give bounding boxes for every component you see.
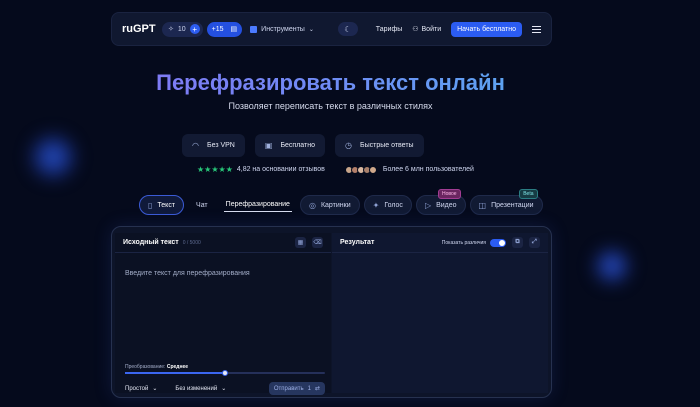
decor-glow-left bbox=[28, 132, 78, 182]
changes-dropdown[interactable]: Без изменений ⌄ bbox=[175, 385, 227, 393]
pricing-label: Тарифы bbox=[375, 25, 403, 33]
tab-chat[interactable]: Чат bbox=[188, 195, 216, 215]
result-title: Результат bbox=[340, 239, 375, 246]
send-button[interactable]: Отправить 1 ⇄ bbox=[268, 382, 325, 395]
plus-icon[interactable]: + bbox=[189, 24, 200, 34]
sparkle-icon: ✧ bbox=[168, 26, 174, 33]
feature-no-vpn: ◠ Без VPN bbox=[182, 134, 245, 157]
result-header: Результат Показать различия ⧉ ⤢ bbox=[332, 233, 548, 253]
tab-label: Перефразирование bbox=[225, 201, 290, 208]
features-row: ◠ Без VPN ▣ Бесплатно ◷ Быстрые ответы bbox=[182, 134, 424, 157]
chevron-down-icon: ⌄ bbox=[152, 386, 158, 392]
pricing-link[interactable]: Тарифы bbox=[376, 26, 402, 33]
decor-glow-right bbox=[592, 246, 632, 286]
send-count: 1 bbox=[307, 385, 311, 392]
char-counter: 0 / 5000 bbox=[182, 239, 201, 246]
image-icon: ◎ bbox=[308, 200, 316, 210]
user-icon: ⚇ bbox=[412, 26, 419, 33]
credits-count: 10 bbox=[177, 25, 186, 33]
rating-text: 4,82 на основании отзывов bbox=[236, 166, 325, 173]
rating-row: ★★★★★ 4,82 на основании отзывов Более 6 … bbox=[197, 165, 474, 174]
show-diff-toggle[interactable] bbox=[490, 238, 506, 247]
feature-fast: ◷ Быстрые ответы bbox=[335, 134, 424, 157]
credits-pill[interactable]: ✧ 10 + bbox=[162, 21, 203, 37]
slider-handle[interactable] bbox=[222, 370, 228, 376]
tab-text[interactable]: ▯ Текст bbox=[139, 195, 185, 215]
tab-presentations[interactable]: ◫ Презентации Beta bbox=[469, 189, 543, 215]
logo[interactable]: ruGPT bbox=[122, 23, 162, 35]
paste-icon[interactable]: ▦ bbox=[295, 237, 306, 248]
mode-tabs: ▯ Текст Чат Перефразирование ◎ Картинки … bbox=[139, 189, 543, 218]
tab-voice[interactable]: ✦ Голос bbox=[363, 195, 412, 215]
feature-label: Без VPN bbox=[206, 142, 235, 149]
style-value: Простой bbox=[125, 385, 149, 392]
chevron-down-icon: ⌄ bbox=[221, 386, 227, 392]
bonus-count: +15 bbox=[211, 25, 224, 33]
beta-badge: Beta bbox=[519, 189, 538, 199]
tab-images[interactable]: ◎ Картинки bbox=[299, 195, 360, 215]
paraphrase-level-slider[interactable] bbox=[125, 370, 325, 376]
users-text: Более 6 млн пользователей bbox=[382, 166, 474, 173]
user-avatars bbox=[344, 165, 377, 174]
source-text-input[interactable]: Введите текст для перефразирования bbox=[125, 270, 250, 277]
slider-fill bbox=[125, 372, 225, 374]
gift-icon: ▤ bbox=[230, 26, 238, 33]
send-icon: ⇄ bbox=[314, 386, 320, 392]
document-icon: ▯ bbox=[148, 200, 153, 210]
page-title: Перефразировать текст онлайн bbox=[0, 70, 661, 96]
rating-stars-icon: ★★★★★ bbox=[197, 165, 233, 174]
feature-free: ▣ Бесплатно bbox=[254, 134, 326, 157]
show-diff-control: Показать различия bbox=[441, 238, 506, 247]
tab-label: Текст bbox=[157, 201, 176, 209]
timer-icon: ◷ bbox=[345, 141, 352, 150]
voice-icon: ✦ bbox=[372, 200, 380, 210]
menu-icon[interactable] bbox=[532, 25, 541, 33]
login-link[interactable]: ⚇ Войти bbox=[412, 25, 442, 34]
trash-icon[interactable]: ⌫ bbox=[312, 237, 323, 248]
result-pane: Результат Показать различия ⧉ ⤢ bbox=[332, 233, 548, 393]
tab-label: Видео bbox=[436, 201, 457, 209]
level-value: Среднее bbox=[166, 364, 189, 370]
tab-paraphrase[interactable]: Перефразирование bbox=[223, 198, 292, 212]
paraphrase-level-label: Преобразование: Среднее bbox=[125, 364, 188, 370]
copy-icon[interactable]: ⧉ bbox=[512, 237, 523, 248]
wallet-icon: ▣ bbox=[264, 141, 273, 150]
bonus-pill[interactable]: +15 ▤ bbox=[206, 21, 243, 37]
feature-label: Бесплатно bbox=[280, 142, 316, 149]
wifi-icon: ◠ bbox=[192, 141, 199, 150]
tab-label: Презентации bbox=[491, 201, 534, 209]
level-caption: Преобразование: bbox=[125, 364, 166, 370]
style-dropdown[interactable]: Простой ⌄ bbox=[125, 385, 158, 393]
tab-label: Чат bbox=[196, 201, 208, 209]
new-badge: Новое bbox=[437, 189, 461, 199]
top-nav: ruGPT ✧ 10 + +15 ▤ Инструменты ⌄ ☾ Тариф… bbox=[111, 12, 552, 46]
page-subtitle: Позволяет переписать текст в различных с… bbox=[228, 101, 433, 111]
presentation-icon: ◫ bbox=[478, 200, 487, 210]
editor-controls: Простой ⌄ Без изменений ⌄ Отправить 1 ⇄ bbox=[125, 382, 325, 395]
show-diff-label: Показать различия bbox=[441, 239, 486, 246]
theme-toggle[interactable]: ☾ bbox=[337, 22, 358, 36]
tab-label: Картинки bbox=[320, 201, 351, 209]
source-title: Исходный текст bbox=[123, 239, 179, 246]
source-pane: Исходный текст 0 / 5000 ▦ ⌫ Введите текс… bbox=[115, 233, 331, 395]
chevron-down-icon: ⌄ bbox=[308, 26, 314, 33]
tools-icon bbox=[250, 25, 258, 33]
moon-icon: ☾ bbox=[344, 24, 352, 34]
tools-label: Инструменты bbox=[261, 25, 305, 33]
login-label: Войти bbox=[421, 25, 442, 33]
play-icon: ▷ bbox=[424, 200, 432, 210]
changes-value: Без изменений bbox=[175, 385, 218, 392]
send-label: Отправить bbox=[273, 385, 304, 392]
tools-menu[interactable]: Инструменты ⌄ bbox=[250, 25, 314, 33]
expand-icon[interactable]: ⤢ bbox=[529, 237, 540, 248]
feature-label: Быстрые ответы bbox=[360, 142, 414, 149]
tab-video[interactable]: ▷ Видео Новое bbox=[415, 189, 466, 215]
source-header: Исходный текст 0 / 5000 ▦ ⌫ bbox=[115, 233, 331, 253]
start-free-button[interactable]: Начать бесплатно bbox=[451, 21, 522, 37]
paraphrase-editor: Исходный текст 0 / 5000 ▦ ⌫ Введите текс… bbox=[111, 226, 552, 398]
tab-label: Голос bbox=[384, 201, 403, 209]
